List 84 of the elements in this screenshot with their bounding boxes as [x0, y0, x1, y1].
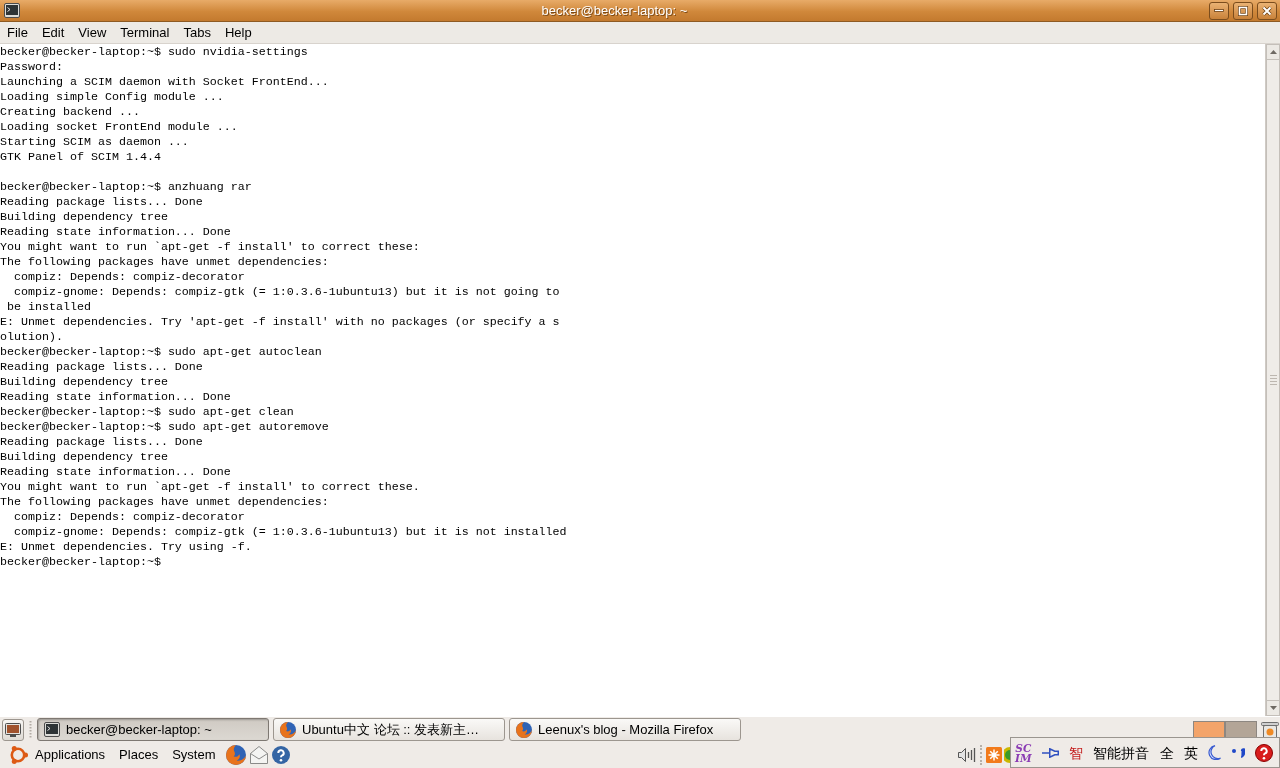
panel-menu[interactable]: System — [165, 745, 223, 765]
pin-icon[interactable] — [1041, 747, 1059, 758]
terminal-line: E: Unmet dependencies. Try using -f. — [0, 540, 252, 555]
minimize-icon — [1214, 9, 1224, 12]
terminal-line: Loading simple Config module ... — [0, 90, 224, 105]
menu-item[interactable]: Terminal — [113, 23, 177, 42]
menu-item[interactable]: View — [71, 23, 114, 42]
maximize-icon — [1238, 5, 1248, 16]
menu-item[interactable]: File — [0, 23, 35, 42]
language-mode-label[interactable]: 英 — [1184, 743, 1199, 762]
terminal-line: compiz-gnome: Depends: compiz-gtk (= 1:0.3.6-1ubuntu13) but it is not going to — [13, 285, 560, 300]
terminal-line: Reading package lists... Done — [0, 195, 203, 210]
terminal-icon — [44, 722, 60, 737]
terminal-line: compiz: Depends: compiz-decorator — [13, 270, 245, 285]
terminal-line: becker@becker-laptop:~$ — [0, 555, 161, 570]
menu-item[interactable]: Tabs — [176, 23, 218, 42]
taskbar-button[interactable]: Leenux's blog - Mozilla Firefox — [509, 718, 741, 741]
terminal-line: Starting SCIM as daemon ... — [0, 135, 189, 150]
moon-icon[interactable] — [1208, 745, 1222, 760]
down-arrow-icon — [1269, 706, 1277, 710]
menu-item[interactable]: Edit — [34, 23, 72, 42]
terminal-line: Building dependency tree — [0, 210, 168, 225]
menu-item[interactable]: Help — [217, 23, 259, 42]
close-button[interactable] — [1257, 1, 1277, 20]
terminal-line: Reading state information... Done — [0, 465, 231, 480]
help-icon[interactable] — [272, 746, 291, 764]
panel-menu[interactable]: Places — [112, 745, 166, 765]
workspace-cell[interactable] — [1193, 720, 1225, 739]
terminal-line: Reading state information... Done — [0, 225, 231, 240]
maximize-button[interactable] — [1233, 1, 1253, 20]
terminal-line: becker@becker-laptop:~$ sudo apt-get autoclean — [0, 345, 322, 360]
taskbar-button[interactable]: becker@becker-laptop: ~ — [37, 718, 269, 741]
scroll-down-button[interactable] — [1266, 700, 1280, 716]
terminal-line: You might want to run `apt-get -f install' to correct these. — [0, 480, 420, 495]
help-icon[interactable] — [1254, 743, 1273, 762]
panel-menu[interactable]: Applications — [28, 745, 113, 765]
terminal-line: The following packages have unmet dependencies: — [0, 495, 329, 510]
taskbar-button[interactable]: Ubuntu中文 论坛 :: 发表新主… — [273, 718, 505, 741]
terminal-line: Building dependency tree — [0, 375, 168, 390]
terminal-line: Password: — [0, 60, 63, 75]
scim-logo[interactable]: SC IM — [1015, 742, 1032, 763]
window-title: becker@becker-laptop: ~ — [541, 1, 688, 20]
grip-icon[interactable] — [29, 720, 32, 739]
terminal-line: becker@becker-laptop:~$ sudo apt-get autoremove — [0, 420, 329, 435]
terminal-line: compiz: Depends: compiz-decorator — [13, 510, 245, 525]
terminal-line: olution). — [0, 330, 63, 345]
show-desktop-button[interactable] — [2, 718, 24, 741]
terminal-line: Reading package lists... Done — [0, 360, 203, 375]
globe-icon — [280, 721, 296, 738]
terminal-line: Loading socket FrontEnd module ... — [0, 120, 238, 135]
tray-icon[interactable] — [1004, 747, 1010, 763]
input-engine-label[interactable]: 智能拼音 — [1093, 743, 1150, 762]
terminal-line: Creating backend ... — [0, 105, 140, 120]
punctuation-icon[interactable] — [1231, 747, 1245, 758]
logo-icon[interactable] — [8, 745, 28, 765]
terminal-icon — [4, 3, 20, 18]
desktop-icon — [5, 722, 21, 737]
scroll-up-button[interactable] — [1266, 44, 1280, 60]
terminal-line: GTK Panel of SCIM 1.4.4 — [0, 150, 161, 165]
engine-glyph[interactable]: 智 — [1069, 743, 1084, 762]
speaker-icon[interactable] — [958, 747, 976, 763]
minimize-button[interactable] — [1209, 1, 1229, 20]
scrollbar-thumb[interactable] — [1266, 60, 1280, 700]
terminal-line: You might want to run `apt-get -f install' to correct these: — [0, 240, 420, 255]
envelope-icon[interactable] — [250, 746, 269, 764]
terminal-line: compiz-gnome: Depends: compiz-gtk (= 1:0.3.6-1ubuntu13) but it is not installed — [13, 525, 567, 540]
terminal-line: becker@becker-laptop:~$ sudo apt-get clean — [0, 405, 294, 420]
globe-icon[interactable] — [226, 745, 247, 765]
terminal-line: becker@becker-laptop:~$ sudo nvidia-settings — [0, 45, 308, 60]
terminal-line: becker@becker-laptop:~$ anzhuang rar — [0, 180, 252, 195]
terminal-line: Reading state information... Done — [0, 390, 231, 405]
globe-icon — [516, 721, 532, 738]
close-icon — [1262, 5, 1272, 16]
terminal-line: Launching a SCIM daemon with Socket FrontEnd... — [0, 75, 329, 90]
terminal-line: Building dependency tree — [0, 450, 168, 465]
terminal-line: E: Unmet dependencies. Try 'apt-get -f install' with no packages (or specify a s — [0, 315, 560, 330]
grip-icon — [1269, 374, 1277, 386]
starburst-icon[interactable] — [986, 747, 1002, 763]
terminal-line: Reading package lists... Done — [0, 435, 203, 450]
up-arrow-icon — [1269, 50, 1277, 54]
workspace-cell[interactable] — [1225, 720, 1257, 739]
width-mode-label[interactable]: 全 — [1159, 743, 1174, 762]
terminal-line: The following packages have unmet dependencies: — [0, 255, 329, 270]
terminal-line: be installed — [6, 300, 91, 315]
